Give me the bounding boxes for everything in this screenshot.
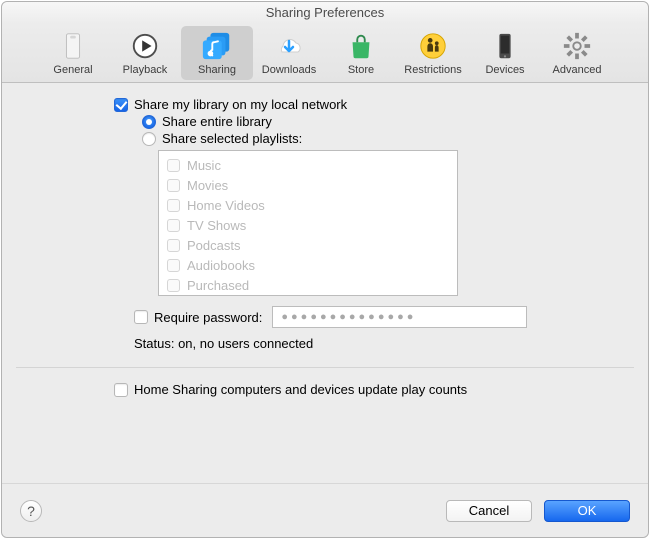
cancel-button[interactable]: Cancel xyxy=(446,500,532,522)
list-item: Podcasts xyxy=(167,235,449,255)
toolbar-tab-playback[interactable]: Playback xyxy=(109,26,181,80)
update-play-counts-label: Home Sharing computers and devices updat… xyxy=(134,382,467,397)
share-selected-row: Share selected playlists: xyxy=(2,131,648,146)
update-play-counts-checkbox[interactable] xyxy=(114,383,128,397)
help-button[interactable]: ? xyxy=(20,500,42,522)
toolbar-tab-general[interactable]: General xyxy=(37,26,109,80)
footer: ? Cancel OK xyxy=(2,483,648,537)
list-item: Purchased xyxy=(167,275,449,295)
content-pane: Share my library on my local network Sha… xyxy=(2,83,648,483)
status-label: Status: on, no users connected xyxy=(134,336,313,351)
playlist-checkbox xyxy=(167,179,180,192)
share-entire-label: Share entire library xyxy=(162,114,272,129)
restrictions-icon xyxy=(417,30,449,62)
general-icon xyxy=(57,30,89,62)
downloads-icon xyxy=(273,30,305,62)
playlist-listbox: Music Movies Home Videos TV Shows Podcas… xyxy=(158,150,458,296)
list-item: Home Videos xyxy=(167,195,449,215)
advanced-icon xyxy=(561,30,593,62)
share-entire-row: Share entire library xyxy=(2,114,648,129)
playlist-checkbox xyxy=(167,279,180,292)
share-selected-label: Share selected playlists: xyxy=(162,131,302,146)
sharing-icon xyxy=(201,30,233,62)
toolbar-tab-devices[interactable]: Devices xyxy=(469,26,541,80)
toolbar-tab-advanced[interactable]: Advanced xyxy=(541,26,613,80)
window-title: Sharing Preferences xyxy=(2,2,648,24)
share-entire-radio[interactable] xyxy=(142,115,156,129)
playlist-checkbox xyxy=(167,259,180,272)
preferences-window: Sharing Preferences General Playback xyxy=(1,1,649,538)
playback-icon xyxy=(129,30,161,62)
home-sharing-row: Home Sharing computers and devices updat… xyxy=(2,382,648,397)
list-item: Audiobooks xyxy=(167,255,449,275)
share-library-checkbox[interactable] xyxy=(114,98,128,112)
list-item: Music xyxy=(167,155,449,175)
status-row: Status: on, no users connected xyxy=(2,336,648,351)
toolbar: General Playback Sharing xyxy=(2,24,648,83)
devices-icon xyxy=(489,30,521,62)
share-library-row: Share my library on my local network xyxy=(2,97,648,112)
require-password-row: Require password: ●●●●●●●●●●●●●● xyxy=(2,306,648,328)
toolbar-tab-restrictions[interactable]: Restrictions xyxy=(397,26,469,80)
password-input[interactable]: ●●●●●●●●●●●●●● xyxy=(272,306,527,328)
require-password-checkbox[interactable] xyxy=(134,310,148,324)
playlist-checkbox xyxy=(167,199,180,212)
toolbar-tab-store[interactable]: Store xyxy=(325,26,397,80)
toolbar-tab-sharing[interactable]: Sharing xyxy=(181,26,253,80)
share-selected-radio[interactable] xyxy=(142,132,156,146)
playlist-checkbox xyxy=(167,239,180,252)
toolbar-tab-downloads[interactable]: Downloads xyxy=(253,26,325,80)
ok-button[interactable]: OK xyxy=(544,500,630,522)
require-password-label: Require password: xyxy=(154,310,262,325)
list-item: Movies xyxy=(167,175,449,195)
playlist-checkbox xyxy=(167,159,180,172)
list-item: TV Shows xyxy=(167,215,449,235)
section-divider xyxy=(16,367,634,368)
share-library-label: Share my library on my local network xyxy=(134,97,347,112)
playlist-checkbox xyxy=(167,219,180,232)
store-icon xyxy=(345,30,377,62)
